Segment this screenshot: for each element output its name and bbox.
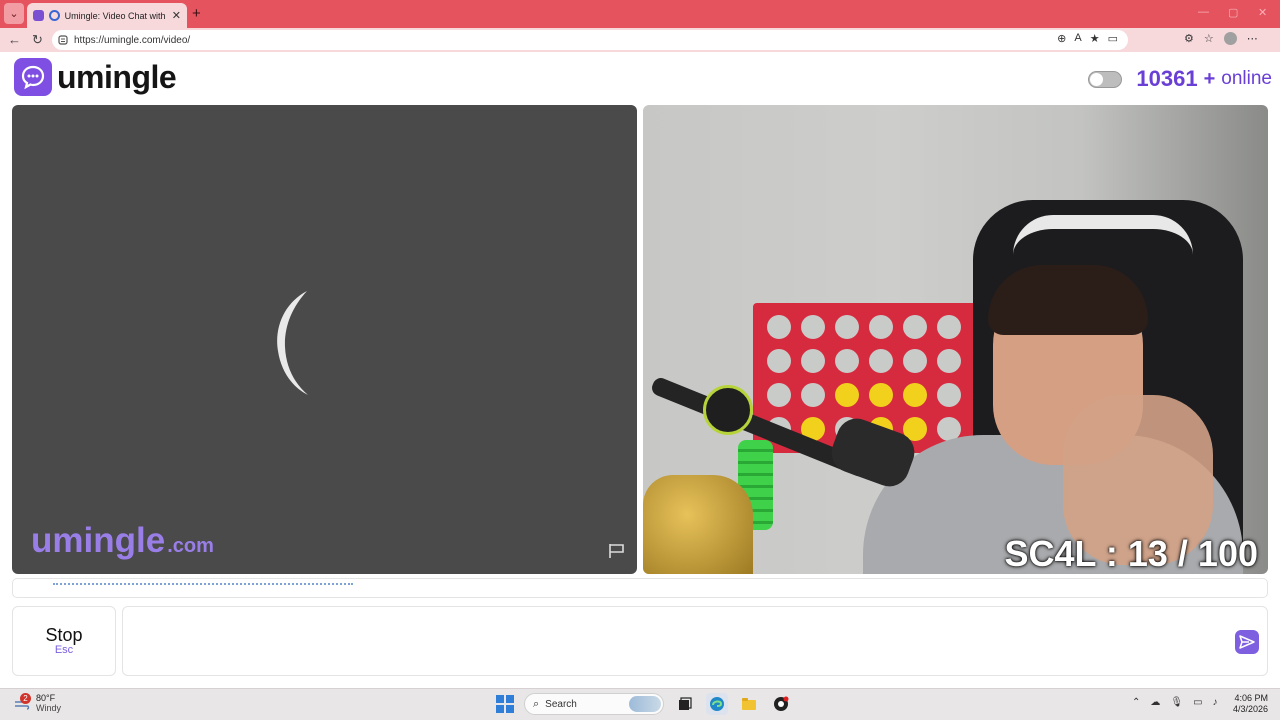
volume-icon[interactable]: ♪: [1213, 697, 1218, 708]
chat-input-box: [122, 606, 1268, 676]
watermark-domain: .com: [167, 535, 214, 557]
clock-date: 4/3/2026: [1232, 704, 1268, 714]
umingle-favicon-icon: [33, 10, 44, 21]
clock-time: 4:06 PM: [1234, 693, 1268, 703]
refresh-icon[interactable]: ↻: [32, 32, 43, 48]
windows-start-icon[interactable]: [496, 695, 514, 713]
browser-address-bar: ← ↻ https://umingle.com/video/ ⊕ A ★ ▭ ⚙…: [0, 28, 1280, 52]
windows-taskbar: 2 80°F Windy ⌕ Search ⌃ ☁ 🎙 ▭ ♪ 4:06 PM …: [0, 688, 1280, 720]
file-explorer-icon[interactable]: [738, 693, 760, 715]
favorite-star-icon[interactable]: ★: [1090, 32, 1100, 45]
stranger-video-panel: umingle .com: [12, 105, 637, 574]
back-arrow-icon[interactable]: ←: [8, 32, 21, 47]
umingle-watermark: umingle .com: [31, 521, 214, 561]
tab-actions-chevron-icon[interactable]: ⌄: [4, 3, 24, 24]
weather-badge: 2: [20, 693, 31, 704]
self-video-panel: SC4L : 13 / 100: [643, 105, 1268, 574]
camera-in-use-icon[interactable]: ▭: [1108, 32, 1118, 45]
status-message-strip: [12, 578, 1268, 598]
chat-message-input[interactable]: [123, 607, 1203, 673]
profile-avatar-icon[interactable]: [1223, 32, 1237, 45]
search-icon: ⌕: [533, 697, 540, 710]
microphone-tray-icon[interactable]: 🎙: [1170, 697, 1183, 708]
search-highlight-image: [629, 696, 661, 712]
online-status: 10361 + online: [1088, 66, 1272, 92]
chair-stripe: [1013, 215, 1193, 255]
favorites-icon[interactable]: ☆: [1204, 32, 1214, 45]
send-button[interactable]: [1235, 630, 1259, 654]
loading-spinner-icon: [277, 291, 308, 395]
taskbar-clock[interactable]: 4:06 PM 4/3/2026: [1233, 693, 1268, 715]
chat-bubble-logo-icon: [14, 58, 52, 96]
close-window-icon[interactable]: ✕: [1258, 6, 1267, 19]
wind-weather-icon: 2: [14, 693, 31, 710]
theme-toggle[interactable]: [1088, 70, 1123, 88]
umingle-logo[interactable]: umingle: [14, 58, 177, 96]
zoom-icon[interactable]: ⊕: [1057, 32, 1066, 45]
stop-label: Stop: [45, 625, 83, 645]
browser-tab-bar: ⌄ Umingle: Video Chat with Stra ✕ + — ▢ …: [0, 0, 1280, 28]
url-text: https://umingle.com/video/: [74, 34, 191, 46]
stop-button[interactable]: Stop Esc: [12, 606, 116, 676]
more-menu-icon[interactable]: ⋯: [1247, 32, 1258, 45]
report-flag-icon[interactable]: [608, 543, 626, 559]
read-aloud-icon[interactable]: A: [1074, 32, 1081, 45]
taskbar-center: ⌕ Search: [496, 693, 792, 715]
tab-close-icon[interactable]: ✕: [172, 9, 181, 22]
tray-chevron-up-icon[interactable]: ⌃: [1132, 697, 1140, 708]
weather-widget[interactable]: 2 80°F Windy: [14, 693, 61, 713]
online-count: 10361: [1136, 66, 1198, 91]
url-field[interactable]: https://umingle.com/video/ ⊕ A ★ ▭: [52, 30, 1128, 50]
weather-temp: 80°F: [36, 693, 56, 703]
extensions-icon[interactable]: ⚙: [1184, 32, 1194, 45]
send-arrow-icon: [1239, 635, 1255, 649]
tray-cloud-icon[interactable]: ☁: [1150, 697, 1160, 708]
taskbar-search[interactable]: ⌕ Search: [524, 693, 664, 715]
edge-browser-icon[interactable]: [706, 693, 728, 715]
task-view-icon[interactable]: [674, 693, 696, 715]
network-icon[interactable]: ▭: [1193, 697, 1202, 708]
maximize-icon[interactable]: ▢: [1228, 6, 1238, 19]
system-tray: ⌃ ☁ 🎙 ▭ ♪: [1132, 697, 1218, 708]
umingle-page: umingle 10361 + online umingle .com SC4L…: [0, 52, 1280, 688]
weather-desc: Windy: [36, 703, 62, 713]
tab-title: Umingle: Video Chat with Stra: [64, 10, 167, 21]
recording-indicator-icon: [48, 10, 60, 21]
minimize-icon[interactable]: —: [1198, 6, 1209, 18]
online-label: online: [1221, 68, 1272, 89]
status-text-cropped: [53, 583, 353, 586]
browser-tab-umingle[interactable]: Umingle: Video Chat with Stra ✕: [27, 3, 187, 28]
new-tab-button[interactable]: +: [192, 5, 201, 22]
site-info-icon[interactable]: [58, 35, 68, 45]
microphone-icon: [703, 385, 753, 435]
stream-counter-overlay: SC4L : 13 / 100: [1004, 533, 1258, 574]
logo-text: umingle: [57, 58, 177, 95]
watermark-main: umingle: [31, 521, 166, 560]
obs-recorder-icon[interactable]: [770, 693, 792, 715]
person-hair: [988, 265, 1148, 335]
search-label: Search: [545, 698, 577, 710]
stop-shortcut-key: Esc: [54, 644, 74, 656]
online-plus: +: [1203, 67, 1216, 90]
gold-balloons: [643, 475, 753, 574]
